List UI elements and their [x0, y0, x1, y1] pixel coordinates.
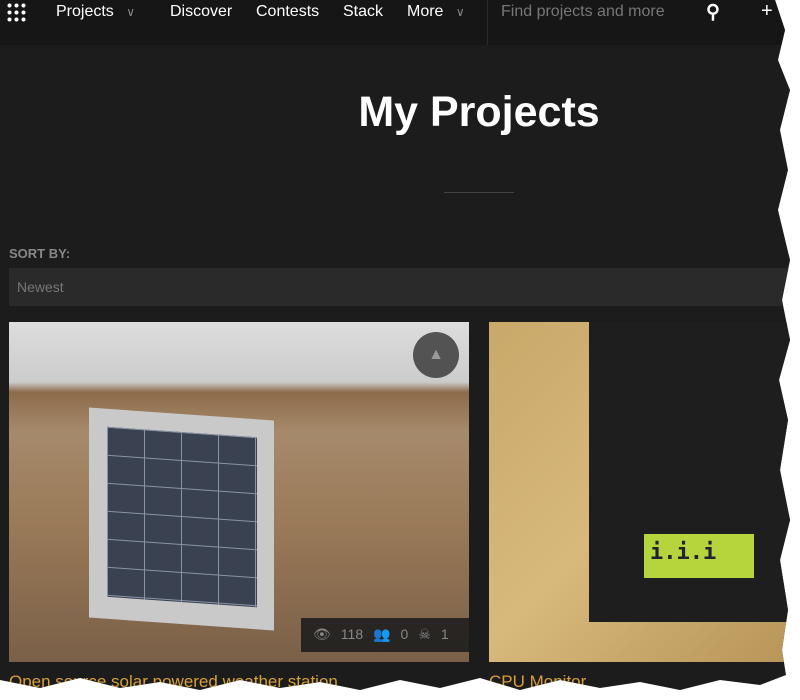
search-divider [487, 0, 488, 45]
project-stats: 👁 118 👥 0 ☠ 1 [301, 618, 469, 652]
nav-projects[interactable]: Projects ∨ [56, 3, 135, 21]
search-icon[interactable]: ⚲ [706, 1, 720, 24]
followers-icon: 👥 [373, 626, 391, 642]
solar-panel-image [89, 407, 274, 631]
followers-count: 0 [400, 626, 409, 642]
search-input[interactable]: Find projects and more [501, 3, 665, 21]
project-card[interactable]: i.i.i [489, 322, 790, 662]
nav-contests[interactable]: Contests [256, 3, 319, 21]
project-title-link[interactable]: Open source solar powered weather statio… [9, 672, 338, 690]
top-nav: Projects ∨ Discover Contests Stack More … [0, 0, 790, 45]
project-title-link[interactable]: CPU Monitor [489, 672, 586, 690]
page: Projects ∨ Discover Contests Stack More … [0, 0, 790, 690]
solar-cells [107, 426, 257, 608]
views-count: 118 [340, 626, 364, 642]
eye-icon: 👁 [313, 626, 331, 642]
nav-more[interactable]: More ∨ [407, 3, 465, 21]
skulls-count: 1 [440, 626, 449, 642]
project-card[interactable]: ▲ 👁 118 👥 0 ☠ 1 [9, 322, 469, 662]
sort-label: SORT BY: [9, 246, 71, 261]
chevron-down-icon: ∨ [126, 5, 136, 19]
nav-stack[interactable]: Stack [343, 3, 383, 21]
hackaday-logo[interactable] [6, 2, 28, 24]
title-divider [444, 192, 514, 193]
nav-discover[interactable]: Discover [170, 3, 232, 21]
page-title: My Projects [358, 88, 600, 136]
pin-icon[interactable]: ▲ [413, 332, 459, 378]
nav-more-label: More [407, 3, 444, 20]
sort-select[interactable]: Newest [9, 268, 789, 306]
skull-icon: ☠ [418, 626, 431, 642]
chevron-down-icon: ∨ [455, 5, 465, 19]
lcd-display: i.i.i [644, 534, 754, 578]
nav-projects-label: Projects [56, 3, 114, 20]
plus-icon[interactable]: + [761, 0, 773, 23]
